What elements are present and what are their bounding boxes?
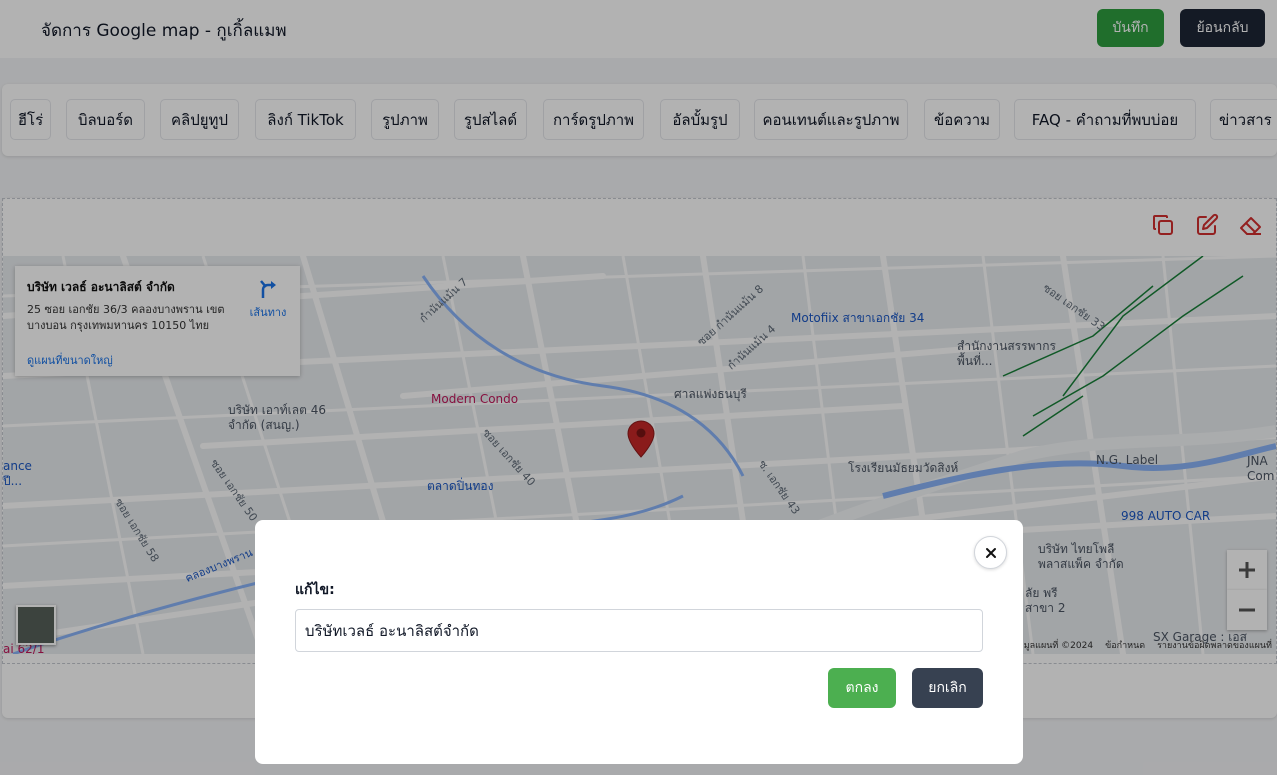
- cancel-button[interactable]: ยกเลิก: [912, 668, 983, 708]
- edit-dialog: แก้ไข: ตกลง ยกเลิก: [255, 520, 1023, 764]
- edit-label: แก้ไข:: [295, 582, 335, 598]
- close-icon: [985, 547, 996, 558]
- edit-text-input[interactable]: [295, 609, 983, 652]
- close-button[interactable]: [974, 536, 1007, 569]
- ok-button[interactable]: ตกลง: [828, 668, 896, 708]
